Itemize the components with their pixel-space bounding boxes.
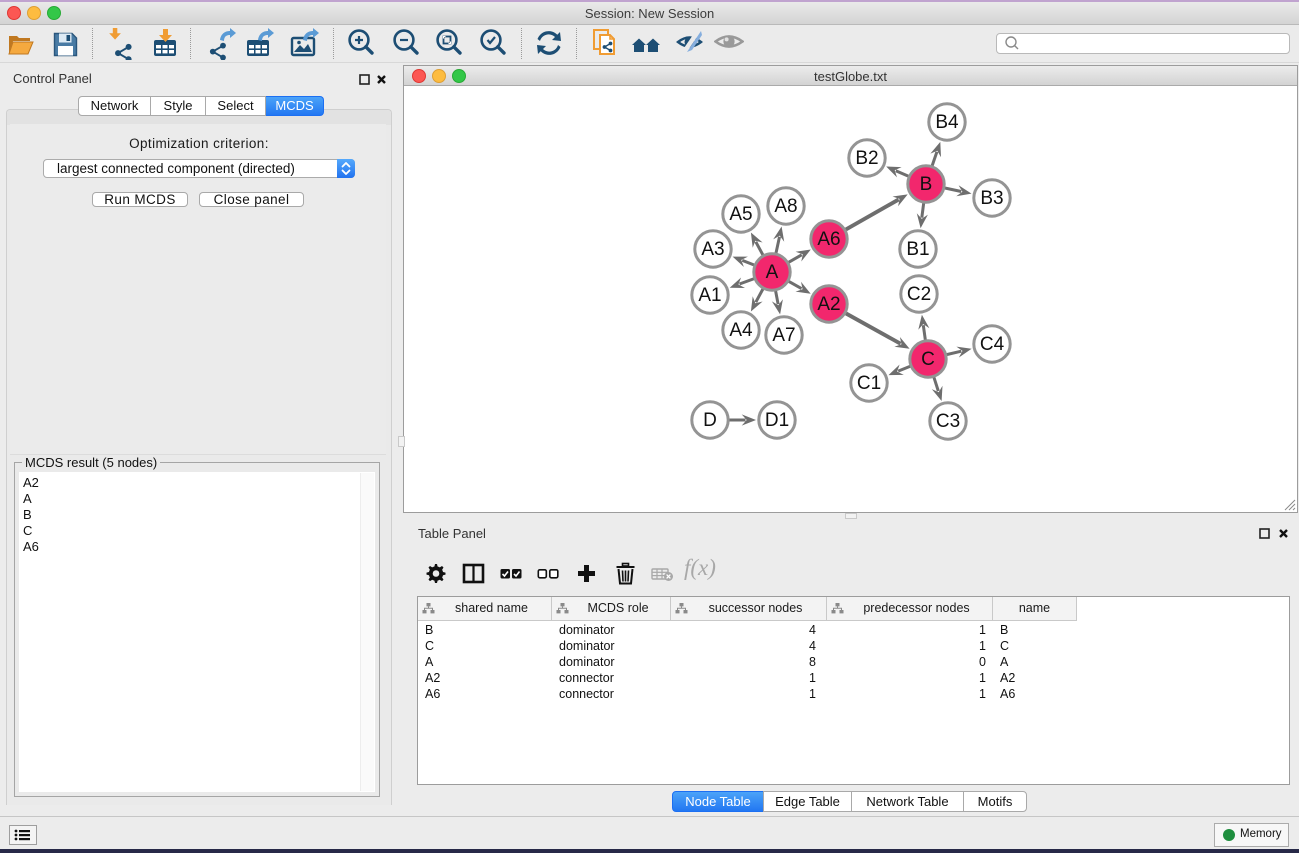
svg-text:A4: A4	[729, 320, 753, 341]
svg-text:A2: A2	[817, 294, 840, 315]
svg-text:A7: A7	[772, 325, 795, 346]
svg-text:A6: A6	[817, 229, 840, 250]
svg-text:B2: B2	[855, 148, 878, 169]
svg-text:B: B	[920, 174, 933, 195]
svg-text:D1: D1	[765, 410, 789, 431]
svg-text:B3: B3	[980, 188, 1003, 209]
svg-text:A1: A1	[698, 285, 721, 306]
svg-text:C: C	[921, 349, 935, 370]
svg-text:D: D	[703, 410, 717, 431]
svg-text:C1: C1	[857, 373, 881, 394]
svg-text:B4: B4	[935, 112, 959, 133]
svg-text:C2: C2	[907, 284, 931, 305]
svg-text:C3: C3	[936, 411, 960, 432]
svg-text:A: A	[766, 262, 779, 283]
svg-text:A5: A5	[729, 204, 752, 225]
svg-text:B1: B1	[906, 239, 929, 260]
svg-text:A8: A8	[774, 196, 797, 217]
svg-text:C4: C4	[980, 334, 1005, 355]
svg-text:A3: A3	[701, 239, 724, 260]
